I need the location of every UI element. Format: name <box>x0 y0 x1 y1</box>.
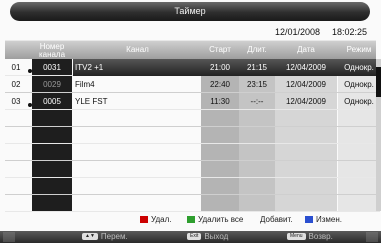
end-time: 21:15 <box>246 63 268 72</box>
start-time: 21:00 <box>209 63 231 72</box>
record-mode: Однокр. <box>344 97 374 106</box>
row-index: 01 <box>11 63 21 72</box>
record-date: 12/04/2009 <box>285 63 327 72</box>
nav-exit-label: Выход <box>204 232 229 241</box>
header-end: Длит. <box>247 45 267 54</box>
row-index: 02 <box>11 80 21 89</box>
header-start: Старт <box>209 45 231 54</box>
legend-delete-label: Удал. <box>151 215 172 224</box>
table-header: Номер канала Канал Старт Длит. Дата Режи… <box>5 40 376 59</box>
exit-key-icon: Exit <box>187 233 202 241</box>
legend-delete[interactable]: Удал. <box>140 214 171 226</box>
table-row[interactable] <box>5 195 376 212</box>
nav-exit[interactable]: Exit Выход <box>187 231 228 243</box>
table-row[interactable] <box>5 178 376 195</box>
channel-number: 0005 <box>43 97 61 106</box>
legend-delete-all-label: Удалить все <box>198 215 244 224</box>
red-key-icon <box>140 216 148 224</box>
legend-delete-all[interactable]: Удалить все <box>187 214 243 226</box>
green-key-icon <box>187 216 195 224</box>
end-time: --:-- <box>250 97 264 106</box>
header-channel: Канал <box>126 45 149 54</box>
header-date: Дата <box>297 45 315 54</box>
scrollbar[interactable] <box>376 59 381 211</box>
channel-name: YLE FST <box>75 97 108 106</box>
record-date: 12/04/2009 <box>285 97 327 106</box>
channel-number: 0029 <box>43 80 61 89</box>
table-row[interactable] <box>5 127 376 144</box>
record-mode: Однокр. <box>344 63 374 72</box>
grip-dots-right <box>366 232 378 242</box>
scrollbar-thumb[interactable] <box>376 67 381 97</box>
title-bar: Таймер <box>10 2 370 21</box>
legend-add-label: Добавит. <box>260 215 293 224</box>
start-time: 11:30 <box>210 97 230 106</box>
nav-back[interactable]: Menu Возвр. <box>287 231 333 243</box>
row-index: 03 <box>11 97 21 106</box>
legend-add[interactable]: Добавит. <box>260 214 293 226</box>
end-time: 23:15 <box>246 80 268 89</box>
table-row[interactable]: 03 0005 YLE FST 11:30 --:-- 12/04/2009 Однокр. <box>5 93 376 110</box>
table-row[interactable] <box>5 161 376 178</box>
legend-edit-label: Измен. <box>316 215 343 224</box>
table-row[interactable]: 01 0031 ITV2 +1 21:00 21:15 12/04/2009 Однокр. <box>5 59 376 76</box>
navigation-bar: ▲▼ Перем. Exit Выход Menu Возвр. <box>0 231 381 243</box>
channel-name: ITV2 +1 <box>75 63 104 72</box>
table-row[interactable] <box>5 110 376 127</box>
timer-marker-icon <box>28 69 32 73</box>
nav-move[interactable]: ▲▼ Перем. <box>82 231 128 243</box>
table-row[interactable]: 02 0029 Film4 22:40 23:15 12/04/2009 Однокр. <box>5 76 376 93</box>
nav-move-label: Перем. <box>100 232 128 241</box>
blue-key-icon <box>305 216 313 224</box>
legend-edit[interactable]: Измен. <box>305 214 342 226</box>
channel-name: Film4 <box>75 80 95 89</box>
menu-key-icon: Menu <box>287 233 306 241</box>
grip-dots-left <box>3 232 15 242</box>
header-mode: Режим <box>346 45 372 54</box>
channel-number: 0031 <box>43 63 61 72</box>
arrow-keys-icon: ▲▼ <box>82 233 98 241</box>
record-mode: Однокр. <box>344 80 374 89</box>
page-title: Таймер <box>174 6 206 16</box>
start-time: 22:40 <box>209 80 231 89</box>
current-time: 18:02:25 <box>332 27 368 37</box>
current-date: 12/01/2008 <box>275 27 321 37</box>
record-date: 12/04/2009 <box>285 80 327 89</box>
nav-back-label: Возвр. <box>308 232 333 241</box>
table-row[interactable] <box>5 144 376 161</box>
timer-marker-icon <box>28 103 32 107</box>
timer-screen: Таймер 12/01/2008 18:02:25 Номер канала … <box>0 0 381 243</box>
